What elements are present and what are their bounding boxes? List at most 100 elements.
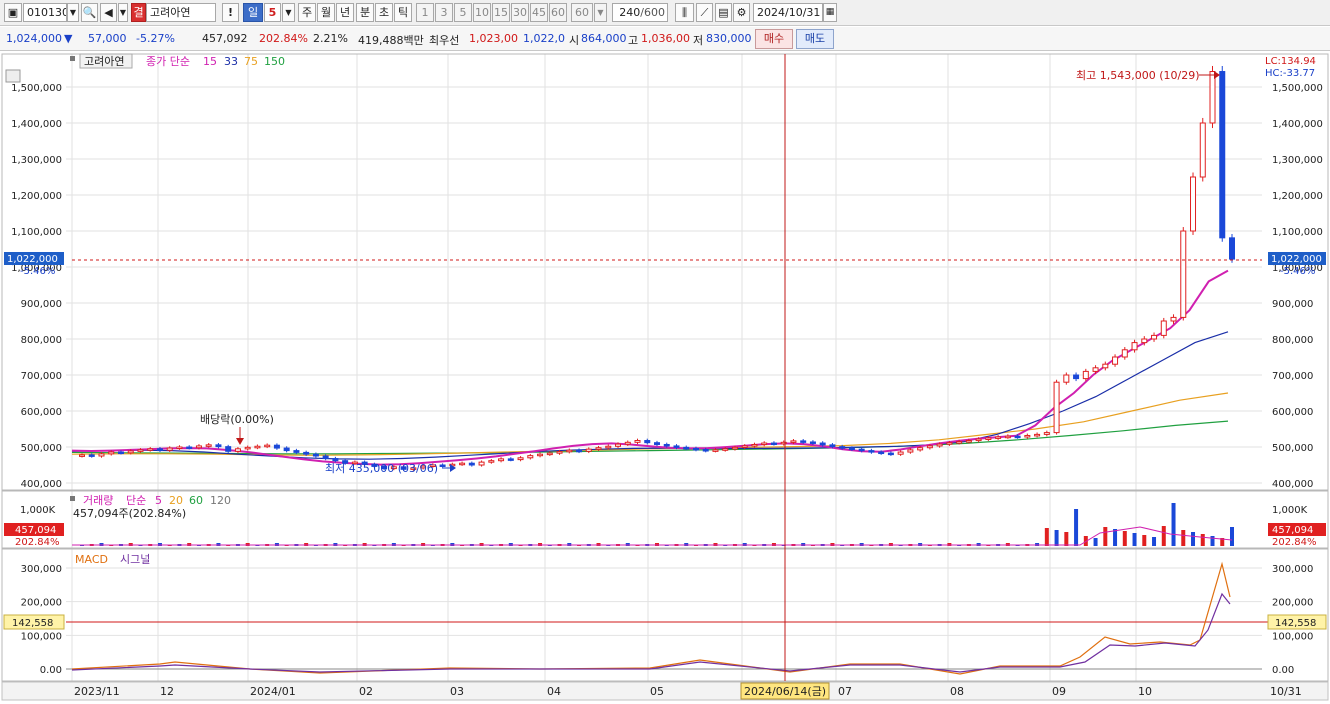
- candle-body: [1043, 432, 1050, 435]
- price-y-tick: 600,000: [21, 407, 62, 418]
- count-field[interactable]: 240/600: [612, 3, 668, 22]
- candle-body: [459, 462, 466, 466]
- candle-body: [225, 446, 232, 452]
- candle-body: [722, 448, 729, 451]
- interval-custom-field[interactable]: 60: [571, 3, 593, 22]
- candle-body: [1180, 230, 1187, 318]
- sell-button[interactable]: 매도: [796, 29, 834, 49]
- volume-current-left: 457,094: [15, 525, 56, 536]
- volume-pct-right: 202.84%: [1272, 537, 1317, 548]
- trade-amount: 419,488백만: [358, 34, 424, 47]
- candle-body: [673, 445, 680, 448]
- interval-10[interactable]: 10: [473, 3, 491, 22]
- candle-body: [176, 446, 183, 449]
- price-y-tick: 800,000: [1272, 335, 1313, 346]
- period-tab-month[interactable]: 월: [317, 3, 335, 22]
- interval-30[interactable]: 30: [511, 3, 529, 22]
- price-y-tick: 1,500,000: [11, 83, 62, 94]
- calendar-icon[interactable]: ▦: [823, 3, 837, 22]
- buy-button[interactable]: 매수: [755, 29, 793, 49]
- volume-bar: [1200, 534, 1205, 546]
- current-pct-right: -5.46%: [1280, 266, 1315, 277]
- panel-menu-icon[interactable]: [5, 69, 21, 83]
- candle-body: [498, 458, 505, 462]
- candle-body: [585, 448, 592, 452]
- volume-legend-type: 단순: [126, 494, 146, 507]
- period-n-field[interactable]: 5: [264, 3, 281, 22]
- interval-60[interactable]: 60: [549, 3, 567, 22]
- candle-body: [517, 457, 524, 461]
- market-badge: 결: [131, 3, 146, 22]
- interval-1[interactable]: 1: [416, 3, 434, 22]
- candle-body: [829, 444, 836, 448]
- candle-body: [332, 458, 339, 462]
- candle-body: [108, 451, 115, 455]
- high-price: 1,036,00: [641, 32, 690, 45]
- stock-code-input[interactable]: 010130: [23, 3, 67, 22]
- interval-5[interactable]: 5: [454, 3, 472, 22]
- best-quote-label: 최우선: [429, 34, 460, 47]
- candle-body: [634, 440, 641, 443]
- candle-body: [1160, 320, 1167, 336]
- period-day-tab[interactable]: 일: [243, 3, 263, 22]
- candle-body: [264, 444, 271, 448]
- interval-3[interactable]: 3: [435, 3, 453, 22]
- volume-bar: [1103, 527, 1108, 546]
- candle-body: [546, 452, 553, 456]
- candle-body: [1004, 435, 1011, 439]
- price-y-tick: 500,000: [21, 443, 62, 454]
- interval-dropdown-icon[interactable]: ▼: [594, 3, 607, 22]
- candle-body: [615, 443, 622, 447]
- candle-body: [751, 443, 758, 447]
- low-label: 저: [693, 34, 704, 47]
- price-y-tick: 800,000: [21, 335, 62, 346]
- candle-body: [88, 454, 95, 457]
- alert-icon[interactable]: !: [222, 3, 239, 22]
- price-y-tick: 1,500,000: [1272, 83, 1323, 94]
- period-tab-minute[interactable]: 분: [356, 3, 374, 22]
- candle-body: [507, 458, 514, 461]
- price-y-tick: 1,100,000: [1272, 227, 1323, 238]
- period-tab-week[interactable]: 주: [298, 3, 316, 22]
- search-icon[interactable]: 🔍: [81, 3, 98, 22]
- x-axis-label: 12: [160, 685, 174, 698]
- candle-body: [137, 449, 144, 452]
- low-price: 830,000: [706, 32, 752, 45]
- period-tab-year[interactable]: 년: [336, 3, 354, 22]
- candle-body: [186, 446, 193, 449]
- candle-body: [1024, 434, 1031, 438]
- speaker-icon[interactable]: ◀: [100, 3, 117, 22]
- stock-name-field[interactable]: 고려아연: [146, 3, 216, 22]
- volume-legend-ma60: 60: [189, 494, 203, 507]
- price-y-tick: 1,300,000: [1272, 155, 1323, 166]
- window-icon[interactable]: ▣: [4, 3, 22, 22]
- candle-body: [195, 445, 202, 449]
- candle-body: [273, 444, 280, 449]
- chart-area[interactable]: 고려아연 종가 단순 15 33 75 150 LC:134.94 HC:-33…: [0, 52, 1330, 701]
- macd-legend: MACD: [75, 553, 108, 566]
- speaker-dropdown-icon[interactable]: ▼: [118, 3, 128, 22]
- save-icon[interactable]: ▤: [715, 3, 732, 22]
- candle-body: [683, 446, 690, 450]
- price-y-tick: 700,000: [1272, 371, 1313, 382]
- high-label: 고: [628, 34, 639, 47]
- candle-body: [946, 442, 953, 445]
- gear-icon[interactable]: ⚙: [733, 3, 750, 22]
- period-tab-second[interactable]: 초: [375, 3, 393, 22]
- line-chart-icon[interactable]: ⟋: [696, 3, 713, 22]
- interval-15[interactable]: 15: [492, 3, 510, 22]
- candle-icon[interactable]: ⫼: [675, 3, 694, 22]
- period-dropdown-icon[interactable]: ▼: [282, 3, 295, 22]
- volume-bar: [1054, 530, 1059, 546]
- price-y-tick: 400,000: [1272, 479, 1313, 490]
- candle-body: [1199, 122, 1206, 178]
- date-field[interactable]: 2024/10/31: [753, 3, 823, 22]
- macd-y-tick: 100,000: [1272, 631, 1313, 642]
- candle-body: [215, 444, 222, 448]
- legend-stock-name: 고려아연: [84, 55, 124, 68]
- interval-45[interactable]: 45: [530, 3, 548, 22]
- candle-body: [537, 453, 544, 457]
- period-tab-tick[interactable]: 틱: [394, 3, 412, 22]
- chart-svg[interactable]: 고려아연 종가 단순 15 33 75 150 LC:134.94 HC:-33…: [0, 52, 1330, 701]
- code-dropdown-icon[interactable]: ▼: [67, 3, 79, 22]
